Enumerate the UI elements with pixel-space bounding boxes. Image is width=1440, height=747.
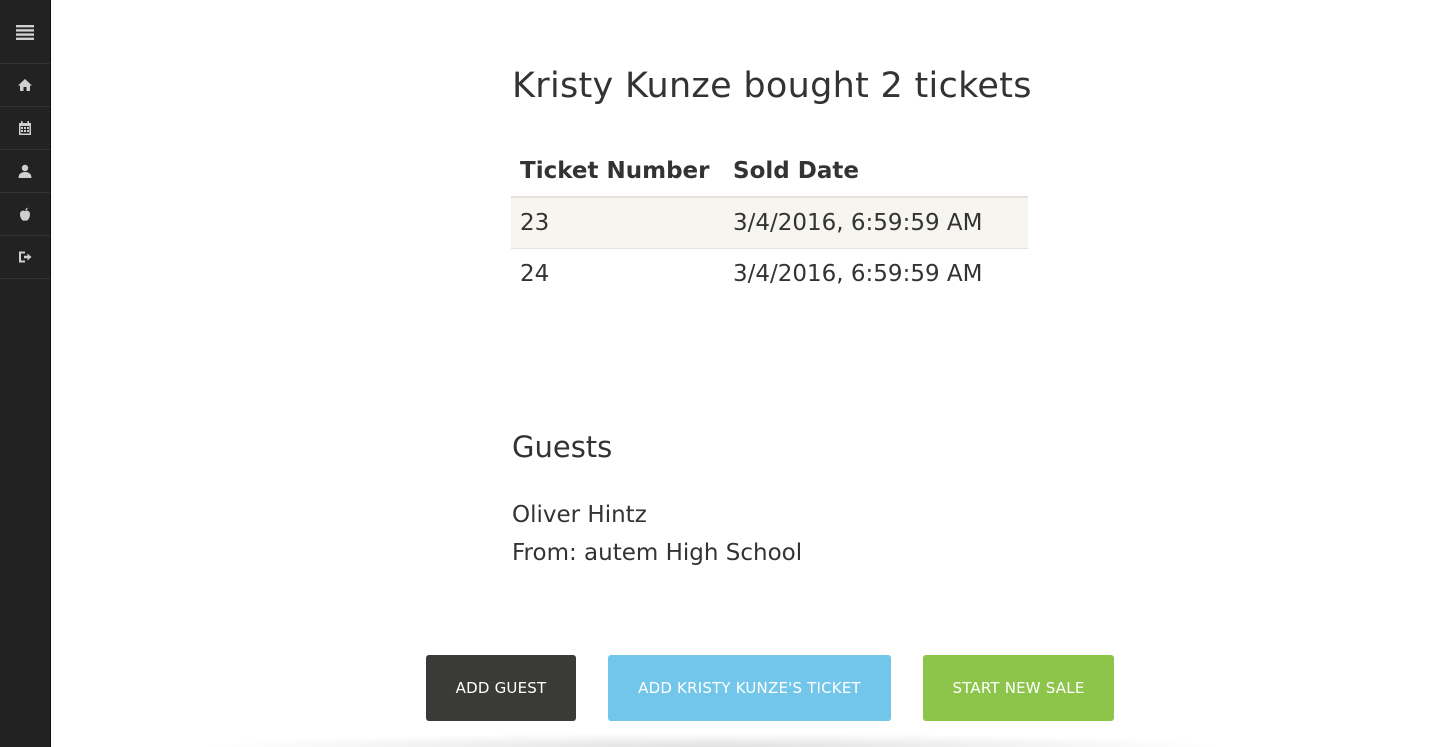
calendar-icon	[19, 121, 31, 135]
sidebar-menu-toggle[interactable]	[0, 0, 50, 64]
add-guest-button[interactable]: Add Guest	[426, 655, 576, 721]
sidebar-item-sign-out[interactable]	[0, 236, 50, 279]
sidebar-item-apple[interactable]	[0, 193, 50, 236]
sidebar-item-home[interactable]	[0, 64, 50, 107]
page-title: Kristy Kunze bought 2 tickets	[512, 66, 1032, 106]
table-row: 24 3/4/2016, 6:59:59 AM	[511, 249, 1028, 300]
column-header-sold-date: Sold Date	[724, 146, 1028, 198]
add-ticket-button[interactable]: Add Kristy Kunze's Ticket	[608, 655, 891, 721]
ticket-number-cell: 23	[511, 197, 724, 249]
home-icon	[18, 79, 32, 91]
user-icon	[18, 164, 32, 178]
sidebar-item-calendar[interactable]	[0, 107, 50, 150]
sidebar	[0, 0, 51, 747]
apple-icon	[20, 207, 30, 221]
sold-date-cell: 3/4/2016, 6:59:59 AM	[733, 261, 983, 287]
menu-icon	[16, 24, 34, 40]
sign-out-icon	[19, 251, 32, 263]
guests-heading: Guests	[512, 430, 613, 464]
guest-name: Oliver Hintz	[512, 502, 647, 528]
ticket-number-cell: 24	[520, 261, 550, 287]
start-new-sale-button[interactable]: Start New Sale	[923, 655, 1114, 721]
sidebar-item-user[interactable]	[0, 150, 50, 193]
sold-date-cell: 3/4/2016, 6:59:59 AM	[724, 197, 1028, 249]
table-header-row: Ticket Number Sold Date	[511, 146, 1028, 198]
column-header-ticket-number: Ticket Number	[511, 146, 724, 198]
footer-shadow	[200, 733, 1230, 747]
tickets-table: Ticket Number Sold Date 23 3/4/2016, 6:5…	[511, 146, 1028, 299]
table-row: 23 3/4/2016, 6:59:59 AM	[511, 197, 1028, 249]
guest-school: From: autem High School	[512, 540, 803, 566]
